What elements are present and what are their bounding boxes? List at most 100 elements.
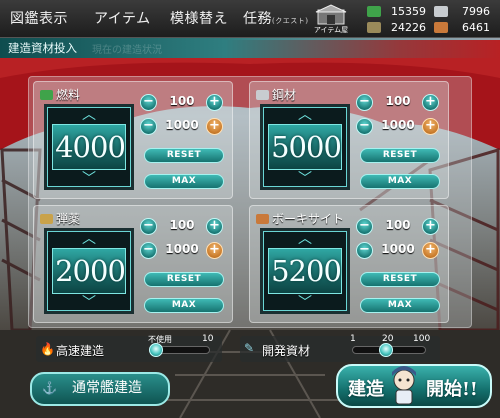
- fuel-minus-100-button[interactable]: −: [140, 94, 157, 111]
- steel-step-1000: − 1000 +: [356, 118, 446, 136]
- menu-quests-label: 任務: [243, 11, 272, 27]
- resource-panel: 燃料 ︿ 4000 ﹀ − 100 + − 1000 + RESET MAX 鋼…: [28, 76, 472, 328]
- steel-plus-100-button[interactable]: +: [422, 94, 439, 111]
- ship-icon: ⚓: [42, 381, 57, 395]
- steel-max-button[interactable]: MAX: [360, 174, 440, 189]
- menu-encyclopedia[interactable]: 図鑑表示: [10, 8, 68, 28]
- construction-subheader: 建造資材投入 現在の建造状況: [0, 38, 500, 58]
- steel-step-100: − 100 +: [356, 94, 446, 112]
- chevron-up-icon[interactable]: ︿: [296, 232, 314, 246]
- dev-material-option: ✎ 開発資材 1 20 100: [240, 334, 440, 362]
- ammo-step-1000: − 1000 +: [140, 242, 230, 260]
- ammo-icon: [40, 213, 53, 224]
- steel-card: 鋼材 ︿ 5000 ﹀ − 100 + − 1000 + RESET MAX: [249, 81, 449, 199]
- chevron-down-icon[interactable]: ﹀: [296, 172, 314, 186]
- bauxite-step-1000-value: 1000: [381, 242, 415, 256]
- menu-quests[interactable]: 任務(クエスト): [243, 8, 308, 28]
- ammo-value-display: ︿ 2000 ﹀: [44, 228, 134, 314]
- menu-quests-sub: (クエスト): [272, 17, 309, 25]
- fuel-value-frame: 4000: [52, 124, 126, 170]
- steel-value: 5000: [271, 130, 342, 164]
- steel-value-display: ︿ 5000 ﹀: [260, 104, 350, 190]
- chevron-up-icon[interactable]: ︿: [296, 108, 314, 122]
- fuel-can-icon: [40, 89, 53, 100]
- bauxite-step-1000: − 1000 +: [356, 242, 446, 260]
- fuel-plus-1000-button[interactable]: +: [206, 118, 223, 135]
- burner-icon: 🔥: [40, 342, 55, 356]
- chevron-down-icon[interactable]: ﹀: [80, 172, 98, 186]
- bauxite-value: 5200: [271, 254, 342, 288]
- steel-step-100-value: 100: [385, 94, 411, 108]
- ammo-max-button[interactable]: MAX: [144, 298, 224, 313]
- menu-items[interactable]: アイテム: [94, 8, 151, 28]
- ammo-label: 弾薬: [56, 212, 81, 226]
- dev-material-slider[interactable]: [352, 343, 426, 357]
- fast-build-count: 10: [202, 334, 214, 344]
- dev-material-knob[interactable]: [379, 343, 393, 357]
- fuel-step-1000: − 1000 +: [140, 118, 230, 136]
- ammo-icon: [367, 22, 381, 33]
- ammo-amount: 24226: [391, 21, 426, 34]
- steel-minus-1000-button[interactable]: −: [356, 118, 373, 135]
- item-shop-label: アイテム屋: [313, 26, 349, 34]
- menu-furniture[interactable]: 模様替え: [170, 8, 228, 28]
- bauxite-value-display: ︿ 5200 ﹀: [260, 228, 350, 314]
- bauxite-minus-100-button[interactable]: −: [356, 218, 373, 235]
- ammo-plus-100-button[interactable]: +: [206, 218, 223, 235]
- bauxite-amount: 6461: [462, 21, 490, 34]
- fuel-plus-100-button[interactable]: +: [206, 94, 223, 111]
- normal-build-button[interactable]: ⚓ 通常艦建造: [30, 372, 170, 406]
- bauxite-reset-button[interactable]: RESET: [360, 272, 440, 287]
- fast-build-toggle[interactable]: [149, 343, 210, 357]
- fuel-amount: 15359: [391, 5, 426, 18]
- ammo-minus-100-button[interactable]: −: [140, 218, 157, 235]
- ammo-reset-button[interactable]: RESET: [144, 272, 224, 287]
- steel-value-frame: 5000: [268, 124, 342, 170]
- item-shop-button[interactable]: アイテム屋: [310, 4, 352, 34]
- bauxite-plus-100-button[interactable]: +: [422, 218, 439, 235]
- fuel-minus-1000-button[interactable]: −: [140, 118, 157, 135]
- top-menu-bar: 図鑑表示 アイテム 模様替え 任務(クエスト) アイテム屋 15359 7996…: [0, 0, 500, 38]
- fuel-step-1000-value: 1000: [165, 118, 199, 132]
- steel-icon: [256, 89, 269, 100]
- bauxite-minus-1000-button[interactable]: −: [356, 242, 373, 259]
- ammo-value-frame: 2000: [52, 248, 126, 294]
- fuel-value: 4000: [55, 130, 126, 164]
- dev-tick-100: 100: [413, 334, 431, 344]
- steel-label: 鋼材: [272, 88, 297, 102]
- wrench-icon: ✎: [244, 341, 255, 355]
- ammo-minus-1000-button[interactable]: −: [140, 242, 157, 259]
- bauxite-step-100: − 100 +: [356, 218, 446, 236]
- ammo-plus-1000-button[interactable]: +: [206, 242, 223, 259]
- ammo-step-100: − 100 +: [140, 218, 230, 236]
- dev-tick-1: 1: [350, 334, 356, 344]
- steel-reset-button[interactable]: RESET: [360, 148, 440, 163]
- ammo-label-row: 弾薬: [40, 210, 80, 227]
- dev-material-label: 開発資材: [262, 344, 311, 358]
- start-build-label-a: 建造: [348, 379, 384, 400]
- bauxite-step-100-value: 100: [385, 218, 411, 232]
- ammo-card: 弾薬 ︿ 2000 ﹀ − 100 + − 1000 + RESET MAX: [33, 205, 233, 323]
- fast-build-knob[interactable]: [149, 343, 163, 357]
- fairy-mascot-icon: [392, 366, 416, 405]
- chevron-up-icon[interactable]: ︿: [80, 108, 98, 122]
- fuel-value-display: ︿ 4000 ﹀: [44, 104, 134, 190]
- fast-build-option: 🔥 高速建造 不使用 10: [36, 334, 222, 362]
- chevron-down-icon[interactable]: ﹀: [296, 296, 314, 310]
- steel-minus-100-button[interactable]: −: [356, 94, 373, 111]
- steel-label-row: 鋼材: [256, 86, 296, 103]
- shop-icon: [315, 4, 347, 25]
- fast-build-label: 高速建造: [56, 344, 105, 358]
- bauxite-max-button[interactable]: MAX: [360, 298, 440, 313]
- steel-plus-1000-button[interactable]: +: [422, 118, 439, 135]
- bauxite-plus-1000-button[interactable]: +: [422, 242, 439, 259]
- chevron-up-icon[interactable]: ︿: [80, 232, 98, 246]
- chevron-down-icon[interactable]: ﹀: [80, 296, 98, 310]
- ghost-title: 現在の建造状況: [92, 45, 162, 56]
- bauxite-label: ボーキサイト: [272, 212, 345, 226]
- bauxite-label-row: ボーキサイト: [256, 210, 344, 227]
- start-build-label-b: 開始!!: [426, 379, 478, 400]
- fuel-reset-button[interactable]: RESET: [144, 148, 224, 163]
- steel-amount: 7996: [462, 5, 490, 18]
- fuel-max-button[interactable]: MAX: [144, 174, 224, 189]
